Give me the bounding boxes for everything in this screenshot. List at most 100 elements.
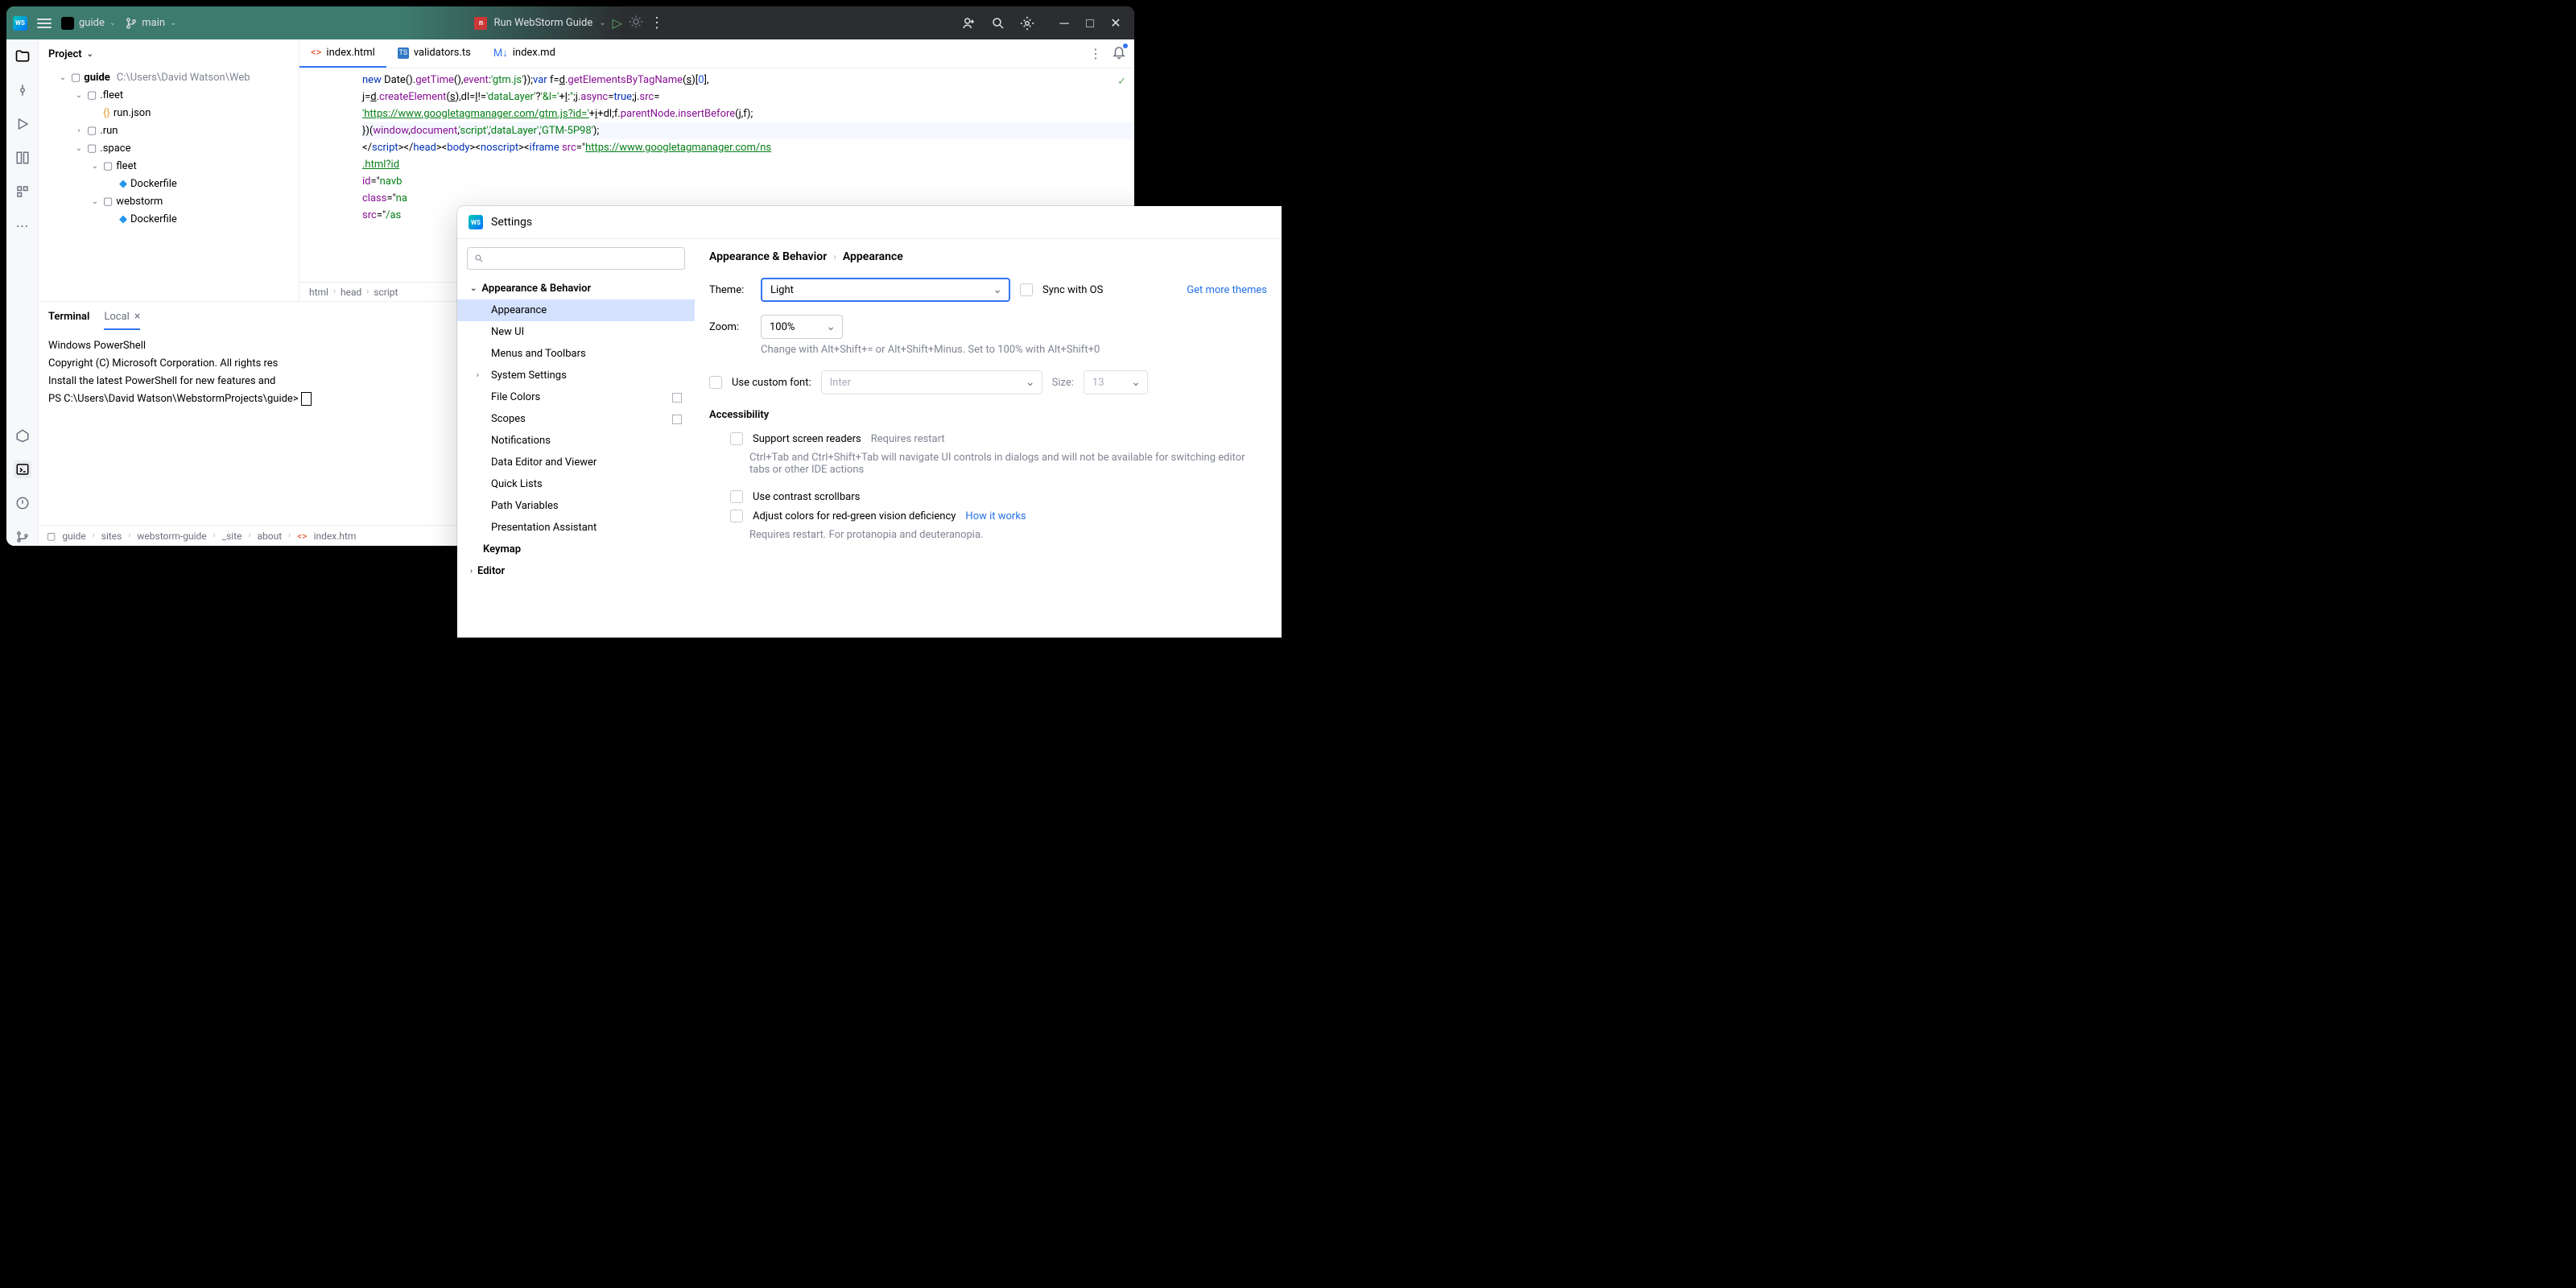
settings-item[interactable]: Appearance bbox=[457, 299, 695, 321]
settings-item[interactable]: Presentation Assistant bbox=[457, 517, 695, 539]
settings-item[interactable]: Path Variables bbox=[457, 495, 695, 517]
more-icon[interactable]: ⋮ bbox=[1089, 46, 1102, 61]
editor-tab[interactable]: <>index.html bbox=[299, 39, 386, 68]
settings-item[interactable]: File Colors bbox=[457, 386, 695, 408]
gear-icon[interactable] bbox=[1020, 16, 1034, 31]
webstorm-icon: WS bbox=[469, 215, 483, 229]
run-config-selector[interactable]: n Run WebStorm Guide ⌄ bbox=[474, 17, 605, 30]
settings-tree: ⌄Appearance & Behavior AppearanceNew UIM… bbox=[457, 278, 695, 582]
commit-tool-icon[interactable] bbox=[14, 81, 31, 99]
settings-search[interactable] bbox=[467, 247, 685, 270]
settings-content: Appearance & Behavior › Appearance Theme… bbox=[695, 239, 1282, 638]
maximize-icon[interactable]: □ bbox=[1084, 18, 1096, 29]
accessibility-heading: Accessibility bbox=[709, 409, 1267, 421]
code-with-me-icon[interactable] bbox=[962, 16, 976, 31]
nav-item[interactable]: guide bbox=[62, 530, 85, 542]
debug-icon[interactable] bbox=[629, 14, 643, 32]
services-tool-icon[interactable] bbox=[14, 427, 31, 444]
theme-select[interactable]: Light bbox=[761, 278, 1010, 302]
close-icon[interactable]: ✕ bbox=[1110, 18, 1121, 29]
font-select[interactable]: Inter bbox=[821, 370, 1042, 394]
nav-item[interactable]: webstorm-guide bbox=[137, 530, 206, 542]
tabs-right: ⋮ bbox=[1089, 39, 1134, 68]
project-badge-icon bbox=[61, 17, 74, 30]
nav-item[interactable]: _site bbox=[222, 530, 242, 542]
tree-item[interactable]: ›▢.run bbox=[39, 122, 299, 139]
dialog-body: ⌄Appearance & Behavior AppearanceNew UIM… bbox=[457, 238, 1282, 638]
run-tool-icon[interactable] bbox=[14, 115, 31, 133]
more-tools-icon[interactable]: ⋯ bbox=[14, 217, 31, 234]
colorblind-checkbox[interactable] bbox=[730, 510, 743, 522]
settings-category-editor[interactable]: ›Editor bbox=[457, 560, 695, 582]
custom-font-checkbox[interactable] bbox=[709, 376, 722, 389]
settings-category-keymap[interactable]: Keymap bbox=[457, 539, 695, 560]
settings-item[interactable]: Notifications bbox=[457, 430, 695, 452]
how-it-works-link[interactable]: How it works bbox=[965, 510, 1026, 522]
branch-icon bbox=[126, 18, 137, 29]
vcs-branch-selector[interactable]: main ⌄ bbox=[126, 17, 176, 29]
contrast-checkbox[interactable] bbox=[730, 490, 743, 503]
size-select[interactable]: 13 bbox=[1084, 370, 1148, 394]
tree-item[interactable]: ◆Dockerfile bbox=[39, 175, 299, 192]
tree-item[interactable]: ◆Dockerfile bbox=[39, 210, 299, 228]
search-icon bbox=[474, 254, 484, 263]
terminal-session-tab[interactable]: Local × bbox=[104, 310, 140, 323]
tree-item[interactable]: ⌄▢.fleet bbox=[39, 86, 299, 104]
get-themes-link[interactable]: Get more themes bbox=[1187, 284, 1267, 296]
minimize-icon[interactable]: ─ bbox=[1059, 18, 1070, 29]
terminal-tool-icon[interactable] bbox=[14, 460, 31, 478]
git-tool-icon[interactable] bbox=[14, 528, 31, 546]
tree-item[interactable]: ⌄▢fleet bbox=[39, 157, 299, 175]
font-row: Use custom font: Inter Size: 13 bbox=[709, 370, 1267, 394]
zoom-select[interactable]: 100% bbox=[761, 315, 843, 339]
nav-item[interactable]: about bbox=[258, 530, 283, 542]
run-icon[interactable]: ▷ bbox=[613, 15, 622, 31]
tree-item[interactable]: ⌄▢.space bbox=[39, 139, 299, 157]
structure-tool-icon[interactable] bbox=[14, 149, 31, 167]
settings-item[interactable]: Data Editor and Viewer bbox=[457, 452, 695, 473]
breadcrumb-item[interactable]: script bbox=[374, 287, 398, 298]
tree-item[interactable]: {}run.json bbox=[39, 104, 299, 122]
root-name: guide bbox=[84, 72, 110, 84]
breadcrumb-item[interactable]: html bbox=[309, 287, 328, 298]
cursor bbox=[301, 392, 312, 406]
tree-root[interactable]: ⌄ ▢ guide C:\Users\David Watson\Web bbox=[39, 68, 299, 86]
settings-item[interactable]: Scopes bbox=[457, 408, 695, 430]
theme-row: Theme: Light Sync with OS Get more theme… bbox=[709, 278, 1267, 302]
problems-tool-icon[interactable] bbox=[14, 494, 31, 512]
inspection-ok-icon[interactable]: ✓ bbox=[1117, 73, 1126, 90]
sync-os-checkbox[interactable] bbox=[1020, 283, 1033, 296]
breadcrumb-item[interactable]: head bbox=[341, 287, 361, 298]
bookmarks-tool-icon[interactable] bbox=[14, 183, 31, 200]
notifications-icon[interactable] bbox=[1112, 45, 1126, 63]
custom-font-label: Use custom font: bbox=[732, 377, 811, 389]
terminal-tab[interactable]: Terminal bbox=[48, 311, 89, 323]
titlebar: WS guide ⌄ main ⌄ n Run WebStorm Guide ⌄… bbox=[6, 6, 1134, 39]
colorblind-hint: Requires restart. For protanopia and deu… bbox=[749, 529, 1267, 541]
project-panel-header[interactable]: Project ⌄ bbox=[39, 39, 299, 68]
settings-item[interactable]: Quick Lists bbox=[457, 473, 695, 495]
nav-item[interactable]: sites bbox=[101, 530, 122, 542]
screen-reader-checkbox[interactable] bbox=[730, 432, 743, 445]
project-selector[interactable]: guide ⌄ bbox=[61, 17, 116, 30]
main-menu-icon[interactable] bbox=[37, 19, 52, 28]
settings-category[interactable]: ⌄Appearance & Behavior bbox=[457, 278, 695, 299]
settings-breadcrumb: Appearance & Behavior › Appearance bbox=[709, 250, 1267, 263]
search-icon[interactable] bbox=[991, 16, 1005, 31]
colorblind-row: Adjust colors for red-green vision defic… bbox=[730, 510, 1267, 522]
more-icon[interactable]: ⋮ bbox=[650, 14, 664, 31]
settings-item[interactable]: Menus and Toolbars bbox=[457, 343, 695, 365]
size-label: Size: bbox=[1052, 377, 1074, 389]
screen-reader-hint: Ctrl+Tab and Ctrl+Shift+Tab will navigat… bbox=[749, 452, 1267, 476]
editor-tab[interactable]: TSvalidators.ts bbox=[386, 39, 482, 68]
settings-item[interactable]: ›System Settings bbox=[457, 365, 695, 386]
editor-tab[interactable]: M↓index.md bbox=[482, 39, 567, 68]
close-icon[interactable]: × bbox=[134, 310, 140, 323]
project-tool-icon[interactable] bbox=[14, 47, 31, 65]
settings-item[interactable]: New UI bbox=[457, 321, 695, 343]
tree-item[interactable]: ⌄▢webstorm bbox=[39, 192, 299, 210]
nav-item[interactable]: index.htm bbox=[314, 530, 357, 542]
project-tree[interactable]: ⌄ ▢ guide C:\Users\David Watson\Web ⌄▢.f… bbox=[39, 68, 299, 301]
left-tool-rail: ⋯ bbox=[6, 39, 39, 546]
branch-name: main bbox=[142, 17, 165, 29]
